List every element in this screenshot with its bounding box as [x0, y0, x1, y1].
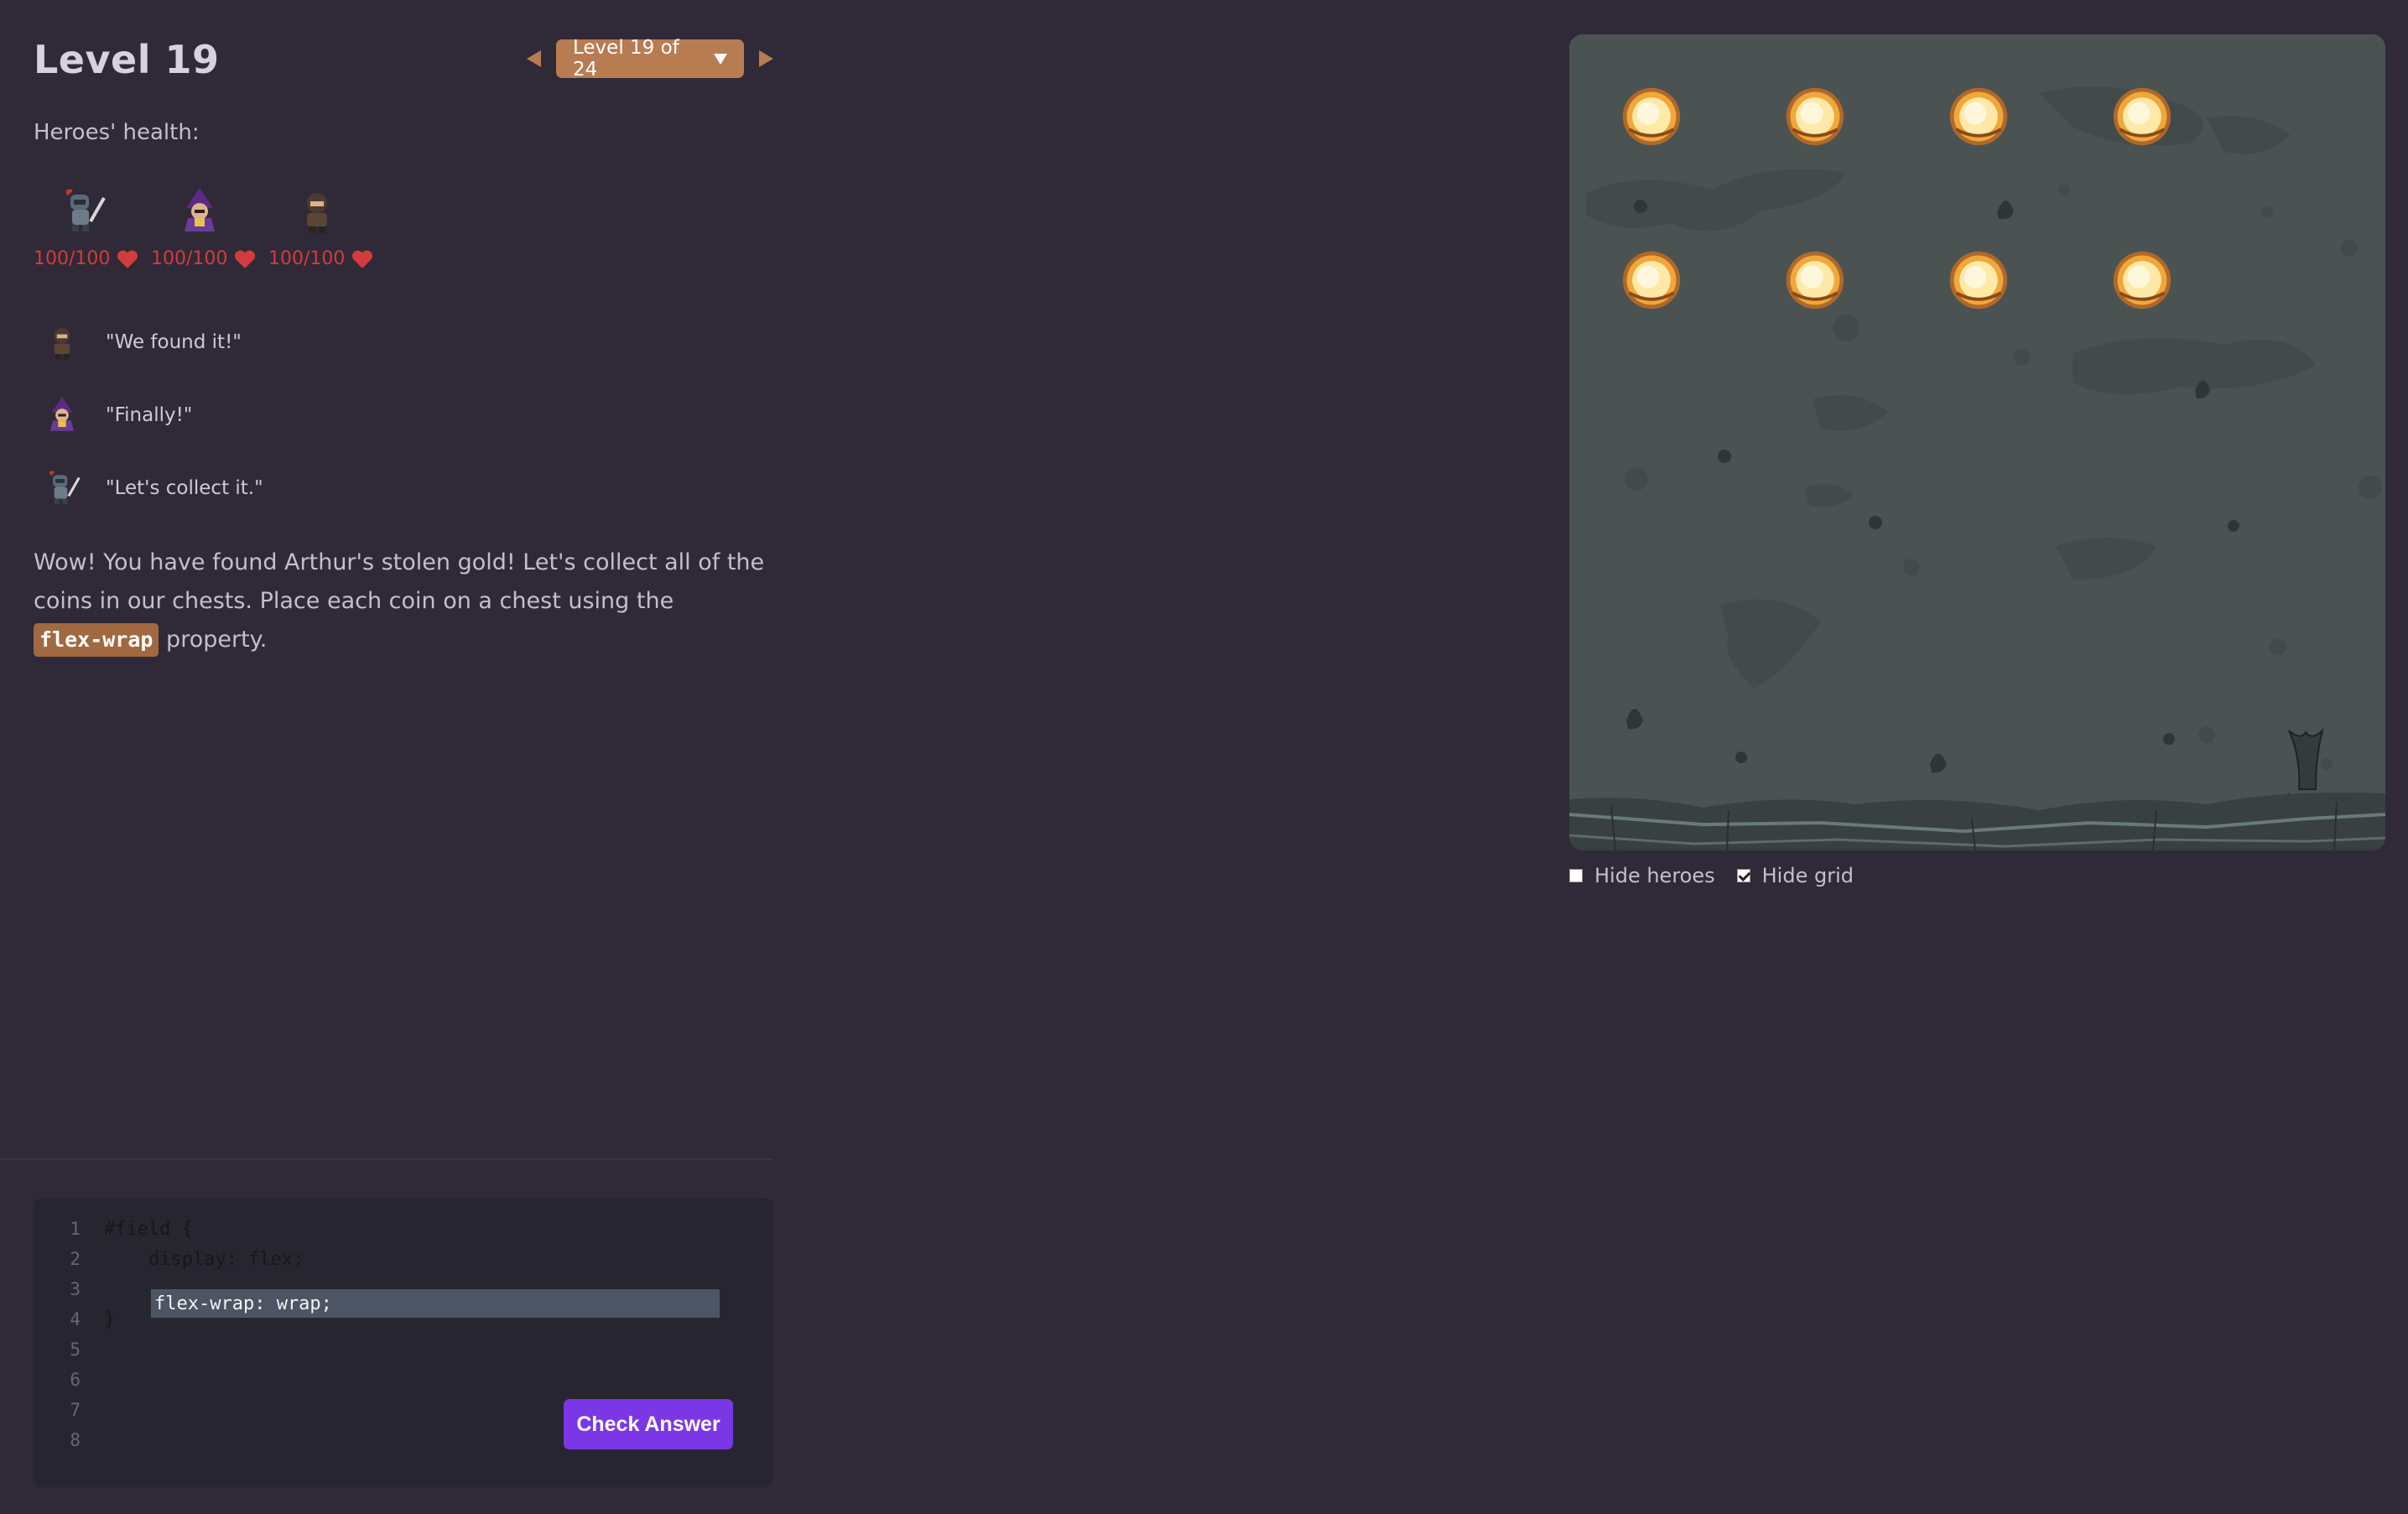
instructions-text: Wow! You have found Arthur's stolen gold…: [34, 544, 772, 659]
code-line-7: 7: [34, 1395, 81, 1425]
instructions-before: Wow! You have found Arthur's stolen gold…: [34, 549, 765, 614]
rogue-avatar-icon: [54, 327, 70, 360]
left-panel: Level 19 Level 19 of 24 Heroes' health:: [0, 0, 773, 1514]
coin-cell: [1896, 34, 2060, 198]
line-number: 3: [70, 1279, 81, 1299]
coin-cell: [2060, 198, 2223, 362]
check-answer-button[interactable]: Check Answer: [564, 1399, 733, 1449]
hero-health-rogue: 100/100: [268, 185, 373, 269]
gold-coin-icon: [1786, 251, 1844, 309]
gold-coin-icon: [1622, 251, 1680, 309]
hero-hp-text: 100/100: [268, 248, 346, 269]
hero-hp-text: 100/100: [34, 248, 111, 269]
code-line-8: 8: [34, 1425, 81, 1455]
coin-cell: [1733, 198, 1896, 362]
line-number: 6: [70, 1370, 81, 1390]
code-line-5: 5: [34, 1335, 81, 1365]
level-selector-button[interactable]: Level 19 of 24: [556, 37, 744, 81]
triangle-right-icon[interactable]: [759, 50, 773, 67]
triangle-left-icon[interactable]: [527, 50, 541, 67]
gold-coin-icon: [1622, 87, 1680, 145]
hide-heroes-label: Hide heroes: [1594, 864, 1715, 887]
page-title: Level 19: [34, 37, 220, 82]
health-label: Heroes' health:: [34, 120, 200, 145]
dialogue-list: "We found it!" "Finally!" "Let's collect…: [40, 320, 263, 539]
code-line-2: 2 display: flex;: [34, 1244, 304, 1274]
hide-grid-label: Hide grid: [1761, 864, 1854, 887]
code-line-6: 6: [34, 1365, 81, 1395]
gold-coin-icon: [1949, 87, 2007, 145]
hide-heroes-option[interactable]: Hide heroes: [1569, 864, 1715, 887]
game-board: [1569, 34, 2385, 851]
wizard-avatar-icon: [49, 397, 75, 431]
wizard-hero-icon: [185, 188, 215, 232]
coin-container: [1569, 34, 2385, 851]
css-answer-input[interactable]: [151, 1289, 720, 1318]
instructions-after: property.: [159, 627, 268, 653]
hero-health-wizard: 100/100: [151, 185, 256, 269]
level-navigation: Level 19 of 24: [527, 37, 773, 81]
hide-grid-option[interactable]: Hide grid: [1736, 864, 1854, 887]
line-number: 8: [70, 1430, 81, 1450]
gold-coin-icon: [1786, 87, 1844, 145]
dialogue-text: "Finally!": [106, 404, 193, 426]
hide-heroes-checkbox[interactable]: [1569, 869, 1583, 882]
code-line-text: #field {: [104, 1218, 193, 1240]
code-line-text: display: flex;: [104, 1248, 304, 1270]
level-selector-label: Level 19 of 24: [573, 37, 679, 81]
code-line-4: 4 }: [34, 1304, 115, 1335]
gold-coin-icon: [2113, 87, 2171, 145]
knight-avatar-icon: [49, 471, 81, 504]
line-number: 5: [70, 1340, 81, 1360]
hero-health-knight: 100/100: [34, 185, 138, 269]
heroes-health-list: 100/100 100/100 100/100: [34, 185, 373, 269]
coin-cell: [1733, 34, 1896, 198]
hero-hp-text: 100/100: [151, 248, 228, 269]
code-chip: flex-wrap: [34, 623, 159, 657]
gold-coin-icon: [1949, 251, 2007, 309]
divider: [0, 1158, 773, 1160]
coin-cell: [2060, 34, 2223, 198]
knight-hero-icon: [65, 189, 106, 232]
line-number: 7: [70, 1400, 81, 1420]
caret-down-icon: [714, 53, 727, 65]
heart-icon: [117, 250, 138, 268]
code-editor: 1 #field { 2 display: flex; 3 4 } 5 6 7 …: [34, 1198, 773, 1487]
coin-cell: [1569, 198, 1733, 362]
dialogue-line: "We found it!": [40, 320, 263, 364]
line-number: 1: [70, 1219, 81, 1239]
dialogue-line: "Let's collect it.": [40, 466, 263, 510]
heart-icon: [352, 250, 373, 268]
rogue-hero-icon: [307, 193, 327, 233]
hide-grid-checkbox[interactable]: [1736, 869, 1750, 882]
gold-coin-icon: [2113, 251, 2171, 309]
code-line-text: }: [104, 1308, 116, 1330]
dialogue-text: "We found it!": [106, 331, 242, 353]
coin-cell: [1896, 198, 2060, 362]
coin-cell: [1569, 34, 1733, 198]
code-line-1: 1 #field {: [34, 1214, 193, 1244]
line-number: 4: [70, 1309, 81, 1329]
dialogue-text: "Let's collect it.": [106, 477, 263, 499]
code-line-3: 3: [34, 1274, 81, 1304]
view-options: Hide heroes Hide grid: [1569, 864, 1875, 887]
heart-icon: [235, 250, 256, 268]
line-number: 2: [70, 1249, 81, 1269]
dialogue-line: "Finally!": [40, 393, 263, 437]
